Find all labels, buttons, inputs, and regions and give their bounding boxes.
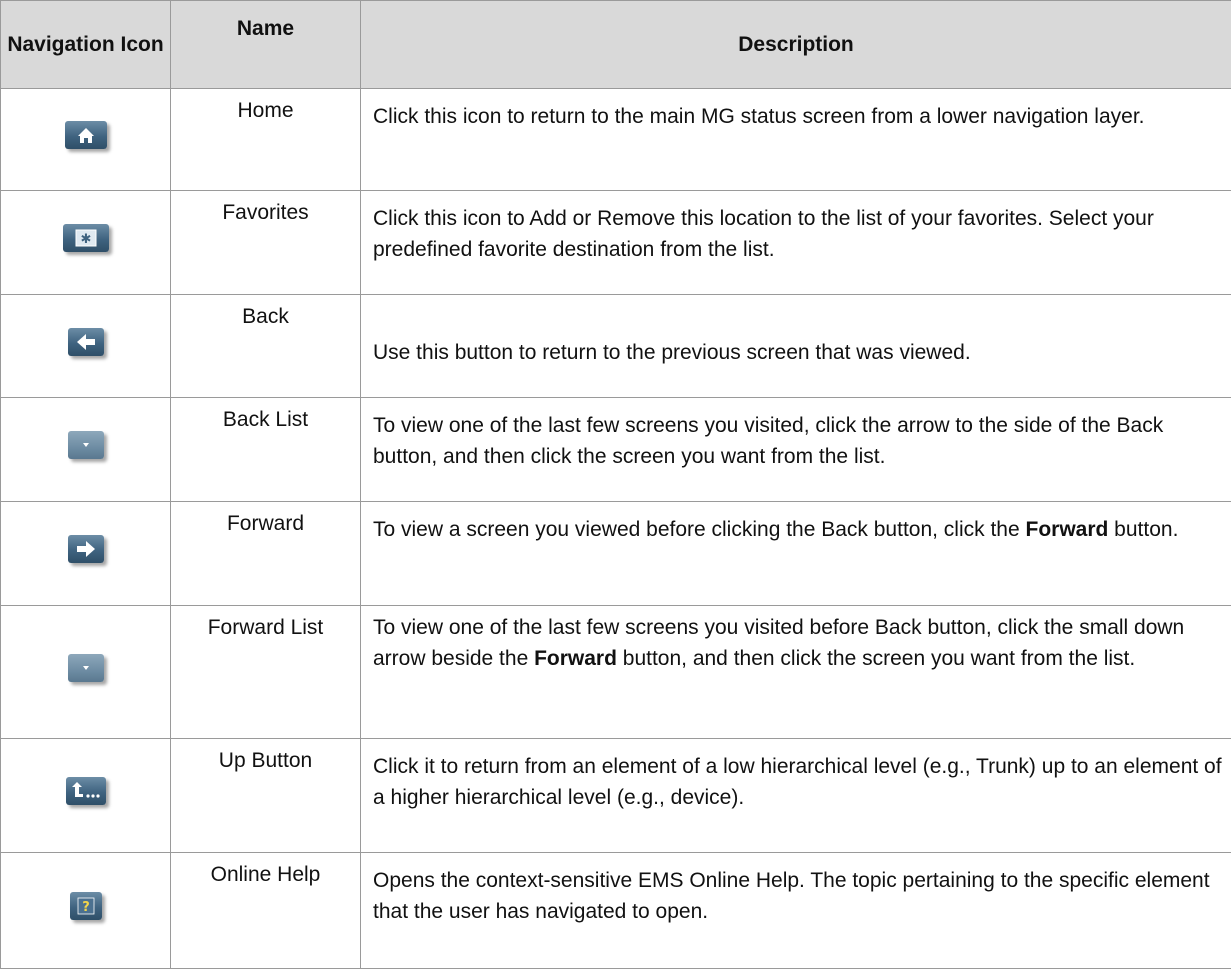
favorites-icon: ✱ <box>63 224 109 252</box>
navigation-icons-table: Navigation Icon Name Description Home Cl… <box>0 0 1231 969</box>
row-name: Up Button <box>171 739 361 853</box>
row-name: Forward List <box>171 606 361 739</box>
svg-text:✱: ✱ <box>80 232 91 247</box>
table-header-row: Navigation Icon Name Description <box>1 1 1231 89</box>
table-row: Up Button Click it to return from an ele… <box>1 739 1231 853</box>
row-description: To view one of the last few screens you … <box>361 398 1231 502</box>
row-description: Click this icon to Add or Remove this lo… <box>361 191 1231 295</box>
row-name: Favorites <box>171 191 361 295</box>
forward-arrow-icon <box>68 535 104 563</box>
back-list-dropdown-icon <box>68 431 104 459</box>
bold-forward: Forward <box>1026 518 1109 541</box>
row-name: Back <box>171 295 361 398</box>
row-name: Online Help <box>171 853 361 969</box>
help-icon: ? <box>70 892 102 920</box>
table-row: ✱ Favorites Click this icon to Add or Re… <box>1 191 1231 295</box>
row-description: To view one of the last few screens you … <box>361 606 1231 739</box>
svg-text:?: ? <box>82 900 90 915</box>
row-description: Use this button to return to the previou… <box>361 295 1231 398</box>
back-arrow-icon <box>68 328 104 356</box>
table-row: Forward To view a screen you viewed befo… <box>1 502 1231 606</box>
up-button-icon <box>66 777 106 805</box>
table-row: Forward List To view one of the last few… <box>1 606 1231 739</box>
row-name: Back List <box>171 398 361 502</box>
row-description: Click it to return from an element of a … <box>361 739 1231 853</box>
table-row: ? Online Help Opens the context-sensitiv… <box>1 853 1231 969</box>
row-description: Click this icon to return to the main MG… <box>361 89 1231 191</box>
bold-forward: Forward <box>534 647 617 670</box>
table-row: Back List To view one of the last few sc… <box>1 398 1231 502</box>
home-icon <box>65 121 107 149</box>
header-name: Name <box>171 1 361 89</box>
header-navigation-icon: Navigation Icon <box>1 1 171 89</box>
header-description: Description <box>361 1 1231 89</box>
row-description: Opens the context-sensitive EMS Online H… <box>361 853 1231 969</box>
table-row: Back Use this button to return to the pr… <box>1 295 1231 398</box>
forward-list-dropdown-icon <box>68 654 104 682</box>
row-name: Home <box>171 89 361 191</box>
row-name: Forward <box>171 502 361 606</box>
row-description: To view a screen you viewed before click… <box>361 502 1231 606</box>
table-row: Home Click this icon to return to the ma… <box>1 89 1231 191</box>
